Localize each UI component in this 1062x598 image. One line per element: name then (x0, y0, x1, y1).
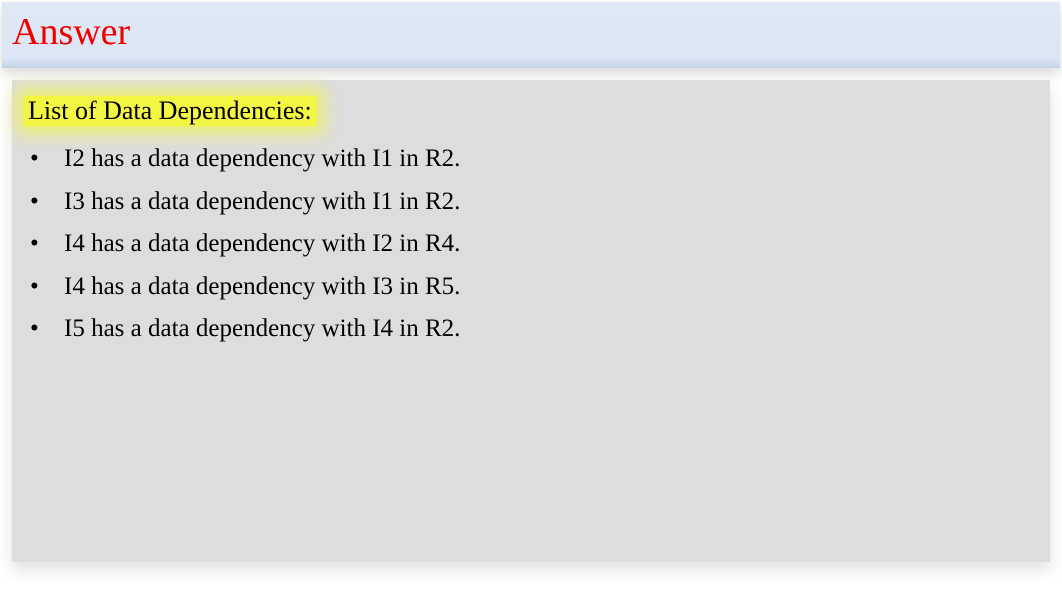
slide-container: Answer List of Data Dependencies: • I2 h… (2, 2, 1060, 596)
list-item-text: I4 has a data dependency with I2 in R4. (64, 223, 1038, 266)
bullet-icon: • (30, 223, 64, 266)
list-item-text: I5 has a data dependency with I4 in R2. (64, 308, 1038, 351)
list-item: • I5 has a data dependency with I4 in R2… (30, 308, 1038, 351)
content-area: List of Data Dependencies: • I2 has a da… (12, 80, 1050, 562)
list-item-text: I3 has a data dependency with I1 in R2. (64, 181, 1038, 224)
list-item: • I4 has a data dependency with I3 in R5… (30, 266, 1038, 309)
list-item: • I4 has a data dependency with I2 in R4… (30, 223, 1038, 266)
list-item: • I2 has a data dependency with I1 in R2… (30, 138, 1038, 181)
bullet-list: • I2 has a data dependency with I1 in R2… (24, 138, 1038, 351)
bullet-icon: • (30, 138, 64, 181)
slide-title: Answer (12, 10, 1050, 54)
list-item-text: I4 has a data dependency with I3 in R5. (64, 266, 1038, 309)
bullet-icon: • (30, 181, 64, 224)
list-heading: List of Data Dependencies: (24, 96, 316, 126)
title-bar: Answer (2, 2, 1060, 68)
list-item-text: I2 has a data dependency with I1 in R2. (64, 138, 1038, 181)
list-item: • I3 has a data dependency with I1 in R2… (30, 181, 1038, 224)
bullet-icon: • (30, 308, 64, 351)
bullet-icon: • (30, 266, 64, 309)
